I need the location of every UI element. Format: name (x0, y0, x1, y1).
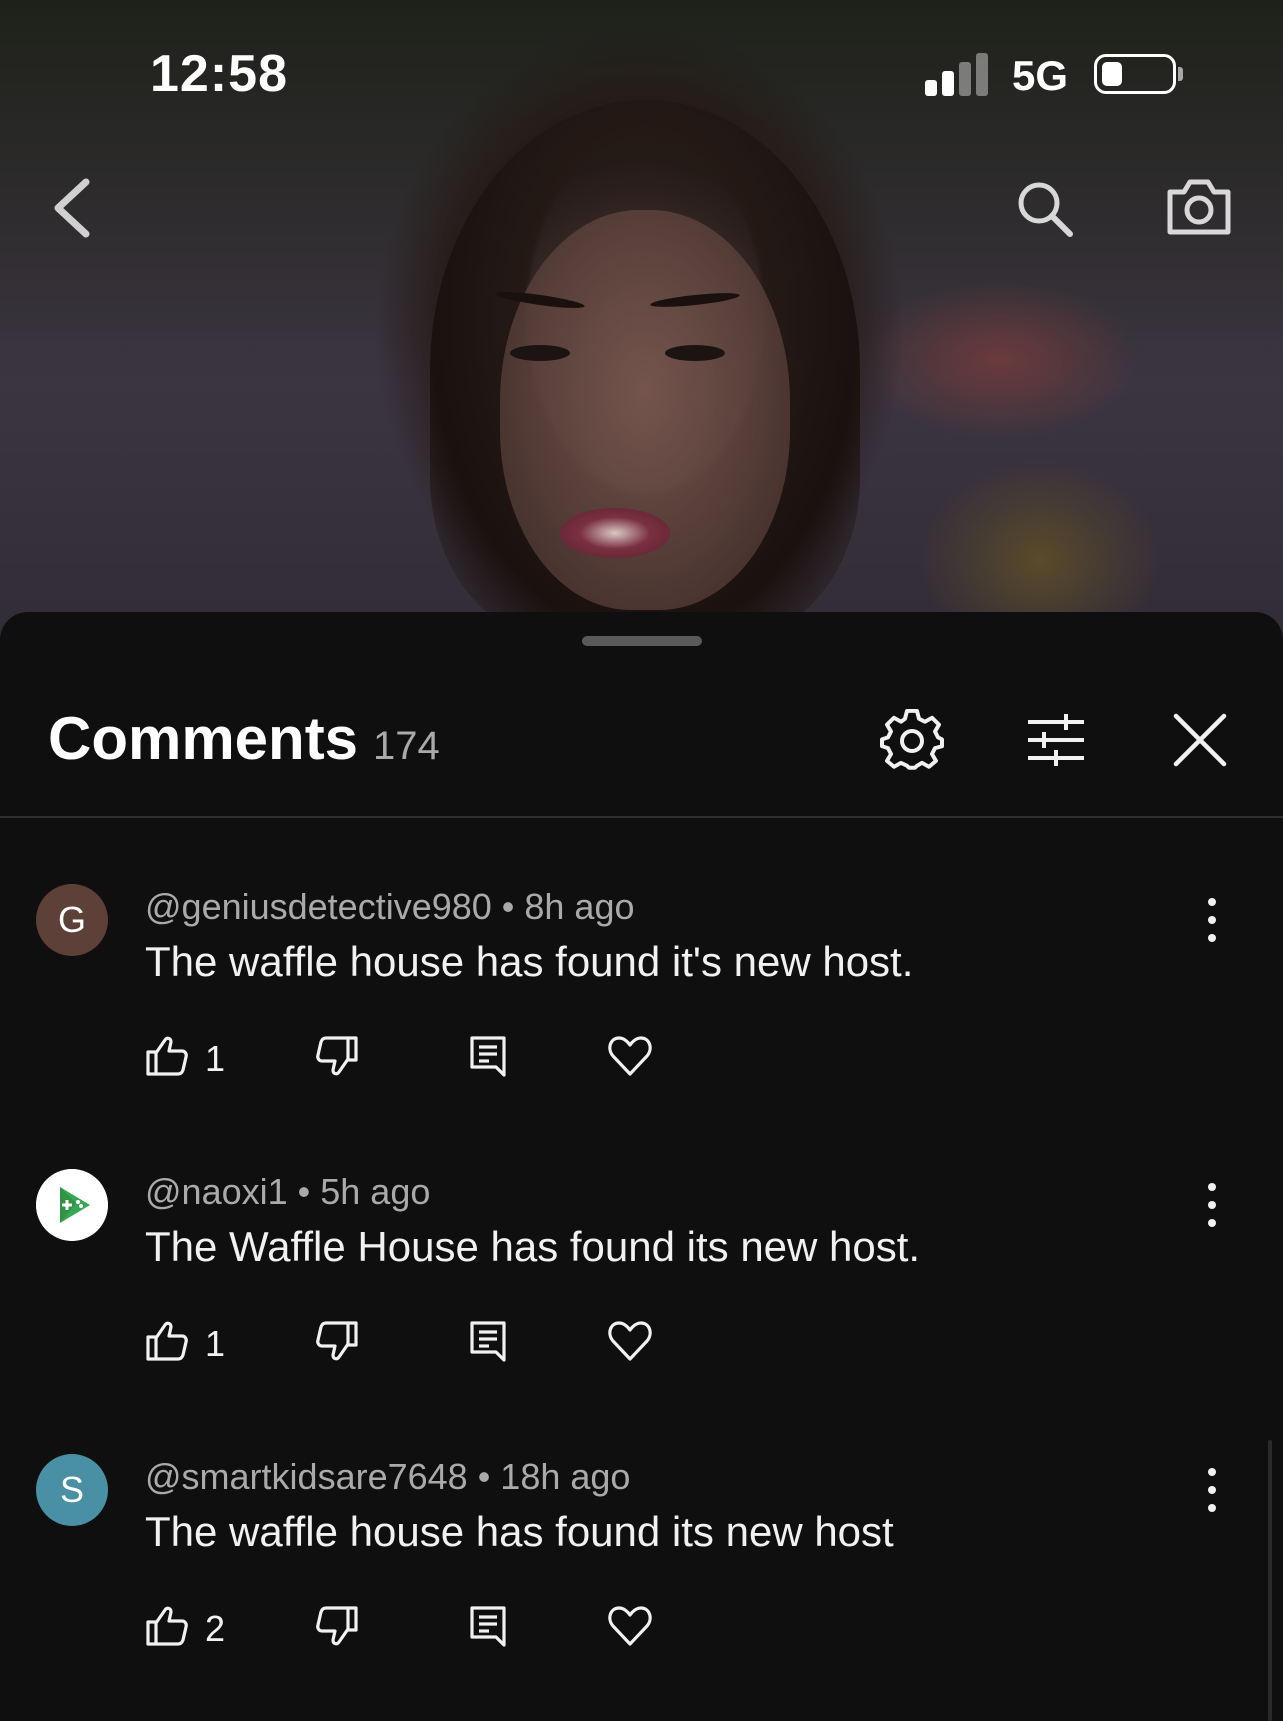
battery-nub (1178, 67, 1183, 81)
avatar[interactable]: G (36, 884, 108, 956)
more-vert-icon (1208, 1486, 1216, 1494)
game-controller-logo-icon (36, 1169, 108, 1241)
comment-meta: @naoxi1 • 5h ago (145, 1171, 430, 1213)
reply-icon (470, 1321, 506, 1362)
comment-text: The waffle house has found its new host (145, 1508, 894, 1555)
dislike-button[interactable] (315, 1034, 359, 1078)
more-vert-icon (1208, 1468, 1216, 1476)
dislike-button[interactable] (315, 1604, 359, 1648)
more-vert-icon (1208, 934, 1216, 942)
heart-button[interactable] (607, 1604, 653, 1648)
meta-separator: • (297, 1171, 311, 1212)
screen: 12:58 5G Comments 174 G @geniusdetective… (0, 0, 1283, 1721)
comment-more-button[interactable] (1200, 1468, 1224, 1512)
reply-button[interactable] (467, 1604, 511, 1648)
reply-icon (470, 1606, 506, 1647)
like-button[interactable] (145, 1034, 189, 1078)
search-button[interactable] (1014, 178, 1076, 240)
filter-button[interactable] (1026, 712, 1086, 768)
meta-separator: • (501, 886, 515, 927)
comment-more-button[interactable] (1200, 898, 1224, 942)
network-type: 5G (1012, 52, 1069, 99)
drag-handle[interactable] (582, 636, 702, 646)
cellular-signal-icon (925, 52, 993, 96)
back-button[interactable] (48, 176, 96, 240)
gear-icon (880, 708, 944, 770)
video-frame-eye (510, 345, 570, 361)
avatar[interactable]: S (36, 1454, 108, 1526)
comment-meta: @smartkidsare7648 • 18h ago (145, 1456, 630, 1498)
reply-button[interactable] (467, 1034, 511, 1078)
meta-separator: • (477, 1456, 491, 1497)
battery-icon (1094, 54, 1183, 94)
heart-button[interactable] (607, 1319, 653, 1363)
heart-icon (608, 1606, 652, 1646)
thumbs-up-icon (146, 1606, 188, 1646)
camera-button[interactable] (1164, 176, 1234, 238)
more-vert-icon (1208, 1219, 1216, 1227)
comment-text: The Waffle House has found its new host. (145, 1223, 921, 1270)
avatar[interactable] (36, 1169, 108, 1241)
more-vert-icon (1208, 1201, 1216, 1209)
comment-item: G @geniusdetective980 • 8h ago The waffle … (0, 884, 1283, 1169)
comment-actions: 2 (145, 1604, 705, 1654)
avatar-letter: S (59, 1469, 84, 1510)
comment-text: The waffle house has found it's new host… (145, 938, 914, 985)
thumbs-down-icon (316, 1606, 358, 1646)
like-count: 1 (205, 1038, 226, 1079)
heart-icon (608, 1036, 652, 1076)
reply-button[interactable] (467, 1319, 511, 1363)
more-vert-icon (1208, 916, 1216, 924)
comment-time: 5h ago (320, 1171, 431, 1212)
video-frame-mouth (560, 508, 670, 558)
thumbs-up-icon (146, 1036, 188, 1076)
more-vert-icon (1208, 1504, 1216, 1512)
heart-icon (608, 1321, 652, 1361)
close-icon (1173, 713, 1227, 767)
signal-bar (959, 62, 971, 96)
like-button[interactable] (145, 1604, 189, 1648)
like-button[interactable] (145, 1319, 189, 1363)
comment-author[interactable]: @naoxi1 (145, 1171, 288, 1212)
video-frame-eye (665, 345, 725, 361)
chevron-left-icon (54, 178, 90, 238)
comment-author[interactable]: @smartkidsare7648 (145, 1456, 468, 1497)
comment-actions: 1 (145, 1319, 705, 1369)
battery-level (1102, 62, 1122, 86)
reply-icon (470, 1036, 506, 1077)
dislike-button[interactable] (315, 1319, 359, 1363)
signal-bar (925, 80, 937, 96)
comments-count: 174 (373, 724, 440, 768)
comment-more-button[interactable] (1200, 1183, 1224, 1227)
avatar-letter: G (57, 899, 86, 940)
more-vert-icon (1208, 1183, 1216, 1191)
close-button[interactable] (1172, 712, 1228, 768)
camera-icon (1167, 179, 1231, 235)
filter-sliders-icon (1028, 714, 1084, 766)
like-count: 1 (205, 1323, 226, 1364)
thumbs-up-icon (146, 1321, 188, 1361)
comments-title: Comments (48, 705, 359, 772)
signal-bar (942, 71, 954, 96)
comment-actions: 1 (145, 1034, 705, 1084)
status-time: 12:58 (150, 45, 288, 103)
scrollbar[interactable] (1268, 1440, 1272, 1721)
settings-button[interactable] (880, 708, 944, 772)
comment-item: @naoxi1 • 5h ago The Waffle House has foun… (0, 1169, 1283, 1454)
comment-author[interactable]: @geniusdetective980 (145, 886, 492, 927)
thumbs-down-icon (316, 1036, 358, 1076)
signal-bar (976, 53, 988, 96)
comment-time: 18h ago (500, 1456, 631, 1497)
heart-button[interactable] (607, 1034, 653, 1078)
comment-meta: @geniusdetective980 • 8h ago (145, 886, 635, 928)
like-count: 2 (205, 1608, 226, 1649)
more-vert-icon (1208, 898, 1216, 906)
search-icon (1018, 182, 1073, 237)
thumbs-down-icon (316, 1321, 358, 1361)
comment-item: S @smartkidsare7648 • 18h ago The waffle h… (0, 1454, 1283, 1721)
header-divider (0, 816, 1283, 818)
comment-time: 8h ago (524, 886, 635, 927)
